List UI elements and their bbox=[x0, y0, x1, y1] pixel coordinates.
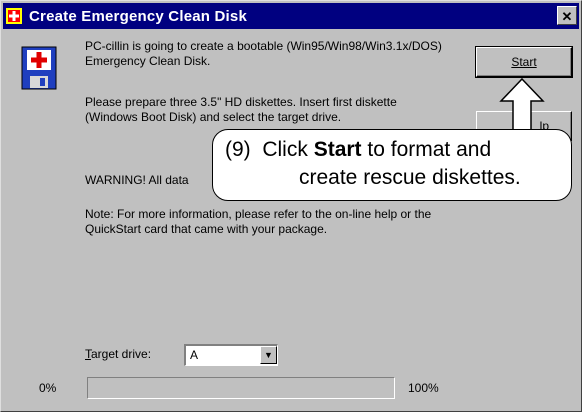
start-button-label: Start bbox=[511, 55, 537, 69]
note-text: Note: For more information, please refer… bbox=[85, 207, 432, 236]
close-button[interactable]: ✕ bbox=[557, 6, 577, 25]
callout-emphasis: Start bbox=[313, 138, 362, 161]
callout-line-1: (9) Click Start to format and bbox=[225, 136, 571, 164]
target-drive-label-rest: arget drive: bbox=[91, 347, 152, 361]
tutorial-callout: (9) Click Start to format and create res… bbox=[212, 129, 572, 201]
start-button[interactable]: Start bbox=[475, 46, 573, 78]
callout-step-number: (9) bbox=[225, 138, 251, 161]
callout-line-2: create rescue diskettes. bbox=[299, 166, 521, 189]
chevron-down-icon[interactable]: ▼ bbox=[260, 346, 277, 364]
title-bar[interactable]: Create Emergency Clean Disk ✕ bbox=[3, 3, 579, 29]
progress-min-label: 0% bbox=[39, 381, 57, 395]
target-drive-label: Target drive: bbox=[85, 347, 151, 361]
pc-cillin-app-icon bbox=[6, 8, 22, 24]
window-title: Create Emergency Clean Disk bbox=[29, 7, 248, 25]
intro-text: PC-cillin is going to create a bootable … bbox=[85, 39, 442, 68]
target-drive-select[interactable]: A ▼ bbox=[184, 344, 278, 366]
instruction-text: Please prepare three 3.5" HD diskettes. … bbox=[85, 95, 397, 124]
callout-prefix: Click bbox=[262, 138, 308, 161]
close-icon: ✕ bbox=[561, 9, 573, 24]
create-emergency-disk-dialog: Create Emergency Clean Disk ✕ PC-cillin … bbox=[0, 0, 582, 412]
callout-suffix: to format and bbox=[367, 138, 492, 161]
progress-bar bbox=[87, 377, 395, 399]
progress-max-label: 100% bbox=[408, 381, 439, 395]
target-drive-value: A bbox=[190, 348, 199, 362]
first-aid-floppy-disk-icon bbox=[21, 46, 57, 90]
